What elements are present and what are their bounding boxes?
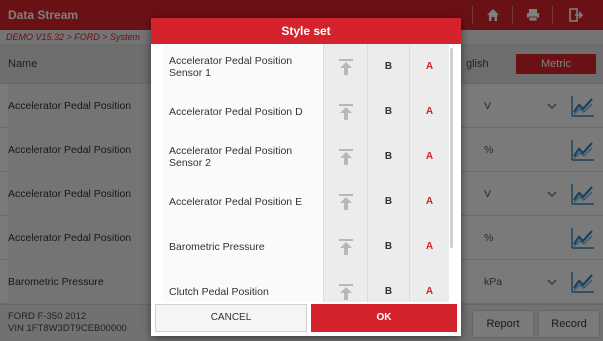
color-style-button[interactable]: A (409, 179, 449, 224)
color-style-button[interactable]: A (409, 44, 449, 89)
bold-style-button[interactable]: B (367, 44, 409, 89)
bold-style-button[interactable]: B (367, 179, 409, 224)
style-set-dialog: Style set Accelerator Pedal Position Sen… (151, 18, 461, 336)
list-item: Accelerator Pedal Position D B A (163, 89, 449, 134)
item-label: Accelerator Pedal Position D (163, 89, 323, 134)
move-to-top-icon (338, 58, 353, 75)
color-style-button[interactable]: A (409, 224, 449, 269)
item-label: Barometric Pressure (163, 224, 323, 269)
cancel-button[interactable]: CANCEL (155, 304, 307, 332)
bold-style-button[interactable]: B (367, 89, 409, 134)
scrollbar-thumb[interactable] (450, 48, 453, 248)
list-item: Accelerator Pedal Position Sensor 2 B A (163, 134, 449, 179)
move-to-top-icon (338, 103, 353, 120)
bold-style-button[interactable]: B (367, 134, 409, 179)
move-to-top-button[interactable] (323, 134, 367, 179)
ok-button[interactable]: OK (311, 304, 457, 332)
bold-style-button[interactable]: B (367, 224, 409, 269)
move-to-top-button[interactable] (323, 179, 367, 224)
move-to-top-icon (338, 238, 353, 255)
item-label: Accelerator Pedal Position Sensor 2 (163, 134, 323, 179)
move-to-top-icon (338, 148, 353, 165)
move-to-top-button[interactable] (323, 89, 367, 134)
color-style-button[interactable]: A (409, 134, 449, 179)
item-label: Accelerator Pedal Position Sensor 1 (163, 44, 323, 89)
dialog-footer: CANCEL OK (151, 302, 461, 336)
move-to-top-button[interactable] (323, 224, 367, 269)
list-item: Barometric Pressure B A (163, 224, 449, 269)
move-to-top-icon (338, 193, 353, 210)
item-label: Accelerator Pedal Position E (163, 179, 323, 224)
dialog-title: Style set (151, 18, 461, 44)
list-item: Accelerator Pedal Position E B A (163, 179, 449, 224)
color-style-button[interactable]: A (409, 89, 449, 134)
move-to-top-button[interactable] (323, 44, 367, 89)
style-list: Accelerator Pedal Position Sensor 1 B A … (163, 44, 449, 316)
move-to-top-icon (338, 283, 353, 300)
list-item: Accelerator Pedal Position Sensor 1 B A (163, 44, 449, 89)
